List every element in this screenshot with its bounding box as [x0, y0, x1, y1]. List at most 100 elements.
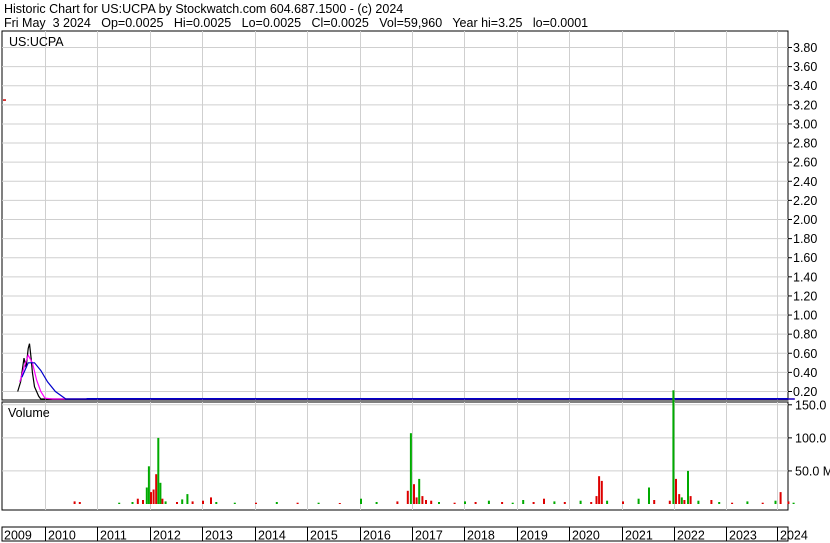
volume-bar: [487, 500, 490, 504]
volume-bar: [687, 470, 689, 504]
price-y-tick-label: 3.00: [793, 117, 817, 131]
price-y-tick-label: 3.60: [793, 60, 817, 74]
price-y-tick-label: 1.00: [793, 309, 817, 323]
volume-bar: [595, 496, 598, 504]
date-axis-label: 2010: [48, 529, 76, 543]
price-y-tick-label: 3.40: [793, 79, 817, 93]
price-y-tick-label: 2.60: [793, 156, 817, 170]
volume-bar: [522, 500, 525, 504]
volume-bar: [157, 437, 160, 504]
volume-bar: [680, 497, 683, 504]
volume-bar: [501, 502, 504, 504]
price-y-tick-label: 1.20: [793, 289, 817, 303]
volume-bar: [430, 500, 433, 504]
volume-bar: [142, 500, 144, 504]
volume-bar: [579, 500, 582, 504]
volume-bar: [73, 501, 76, 504]
price-y-tick-label: 1.60: [793, 251, 817, 265]
price-y-tick-label: 0.40: [793, 366, 817, 380]
price-y-tick-label: 0.80: [793, 328, 817, 342]
volume-bar: [421, 496, 424, 504]
volume-bar: [375, 502, 378, 504]
date-axis-label: 2009: [4, 529, 32, 543]
volume-bar: [152, 489, 155, 504]
volume-bar: [675, 478, 677, 504]
volume-bar: [159, 482, 162, 504]
volume-bar: [406, 490, 409, 504]
volume-bar: [215, 502, 218, 504]
volume-bar: [787, 501, 790, 504]
date-axis-label: 2022: [677, 529, 705, 543]
volume-bar: [191, 501, 194, 504]
volume-bar: [181, 499, 184, 504]
date-axis-label: 2023: [729, 529, 757, 543]
volume-bar: [155, 474, 158, 504]
date-axis-label: 2011: [100, 529, 127, 543]
volume-bar: [779, 492, 782, 504]
volume-bar: [718, 502, 721, 504]
volume-bar: [553, 501, 556, 504]
volume-bar: [296, 502, 299, 504]
volume-bar: [464, 501, 466, 504]
volume-bar: [131, 502, 134, 504]
volume-bar: [233, 502, 236, 504]
volume-bar: [147, 466, 150, 504]
date-axis-label: 2014: [258, 529, 286, 543]
volume-bar: [622, 501, 624, 504]
volume-bar: [683, 500, 686, 504]
date-axis-label: 2017: [415, 529, 443, 543]
price-y-tick-label: 3.20: [793, 98, 817, 112]
volume-bar: [78, 502, 81, 504]
volume-bar: [474, 502, 477, 504]
volume-y-tick-label: 50.0 M: [795, 464, 830, 478]
volume-bar: [761, 502, 764, 504]
volume-bar: [118, 502, 121, 504]
price-y-tick-label: 0.60: [793, 347, 817, 361]
volume-bar: [678, 494, 681, 504]
date-axis-label: 2013: [205, 529, 233, 543]
date-axis-label: 2020: [572, 529, 600, 543]
volume-bar: [186, 494, 189, 504]
volume-bar: [425, 500, 427, 504]
date-axis-label: 2012: [153, 529, 181, 543]
volume-bar: [164, 501, 167, 504]
volume-bar: [360, 498, 362, 504]
volume-bar: [136, 498, 139, 504]
volume-title: Volume: [8, 406, 50, 420]
volume-bar: [210, 497, 212, 504]
price-panel-frame: [1, 30, 789, 401]
price-y-tick-label: 2.40: [793, 175, 817, 189]
volume-bar: [317, 502, 320, 504]
volume-bar: [689, 496, 692, 504]
volume-bar: [600, 480, 603, 504]
volume-bar: [563, 502, 566, 504]
volume-bar: [418, 478, 421, 504]
date-axis-label: 2021: [625, 529, 653, 543]
date-axis-label: 2019: [520, 529, 548, 543]
stock-chart: 0.20 0.40 0.60 0.80 1.00 1.20 1.40 1.60 1.80 2.00…: [1, 30, 830, 543]
date-axis-label: 2016: [363, 529, 391, 543]
volume-bar: [150, 492, 152, 504]
price-y-tick-label: 2.80: [793, 137, 817, 151]
volume-bar: [598, 476, 601, 504]
price-y-tick-label: 1.80: [793, 232, 817, 246]
volume-bar: [590, 502, 593, 504]
volume-bar: [668, 500, 671, 504]
volume-bar: [409, 433, 412, 504]
symbol-label: US:UCPA: [9, 35, 64, 49]
date-axis-label: 2015: [310, 529, 338, 543]
volume-bar: [774, 500, 777, 504]
date-axis-label: 2018: [467, 529, 495, 543]
volume-bar: [648, 487, 650, 504]
volume-bar: [697, 500, 700, 504]
volume-bar: [275, 502, 278, 504]
volume-bar: [202, 500, 204, 504]
volume-bar: [511, 502, 514, 504]
volume-y-tick-label: 150.0: [795, 398, 826, 412]
volume-bar: [731, 502, 734, 504]
price-y-tick-label: 2.20: [793, 194, 817, 208]
volume-bar: [338, 503, 341, 504]
volume-bar: [543, 498, 545, 504]
volume-bar: [653, 500, 656, 504]
volume-bar: [746, 501, 749, 504]
